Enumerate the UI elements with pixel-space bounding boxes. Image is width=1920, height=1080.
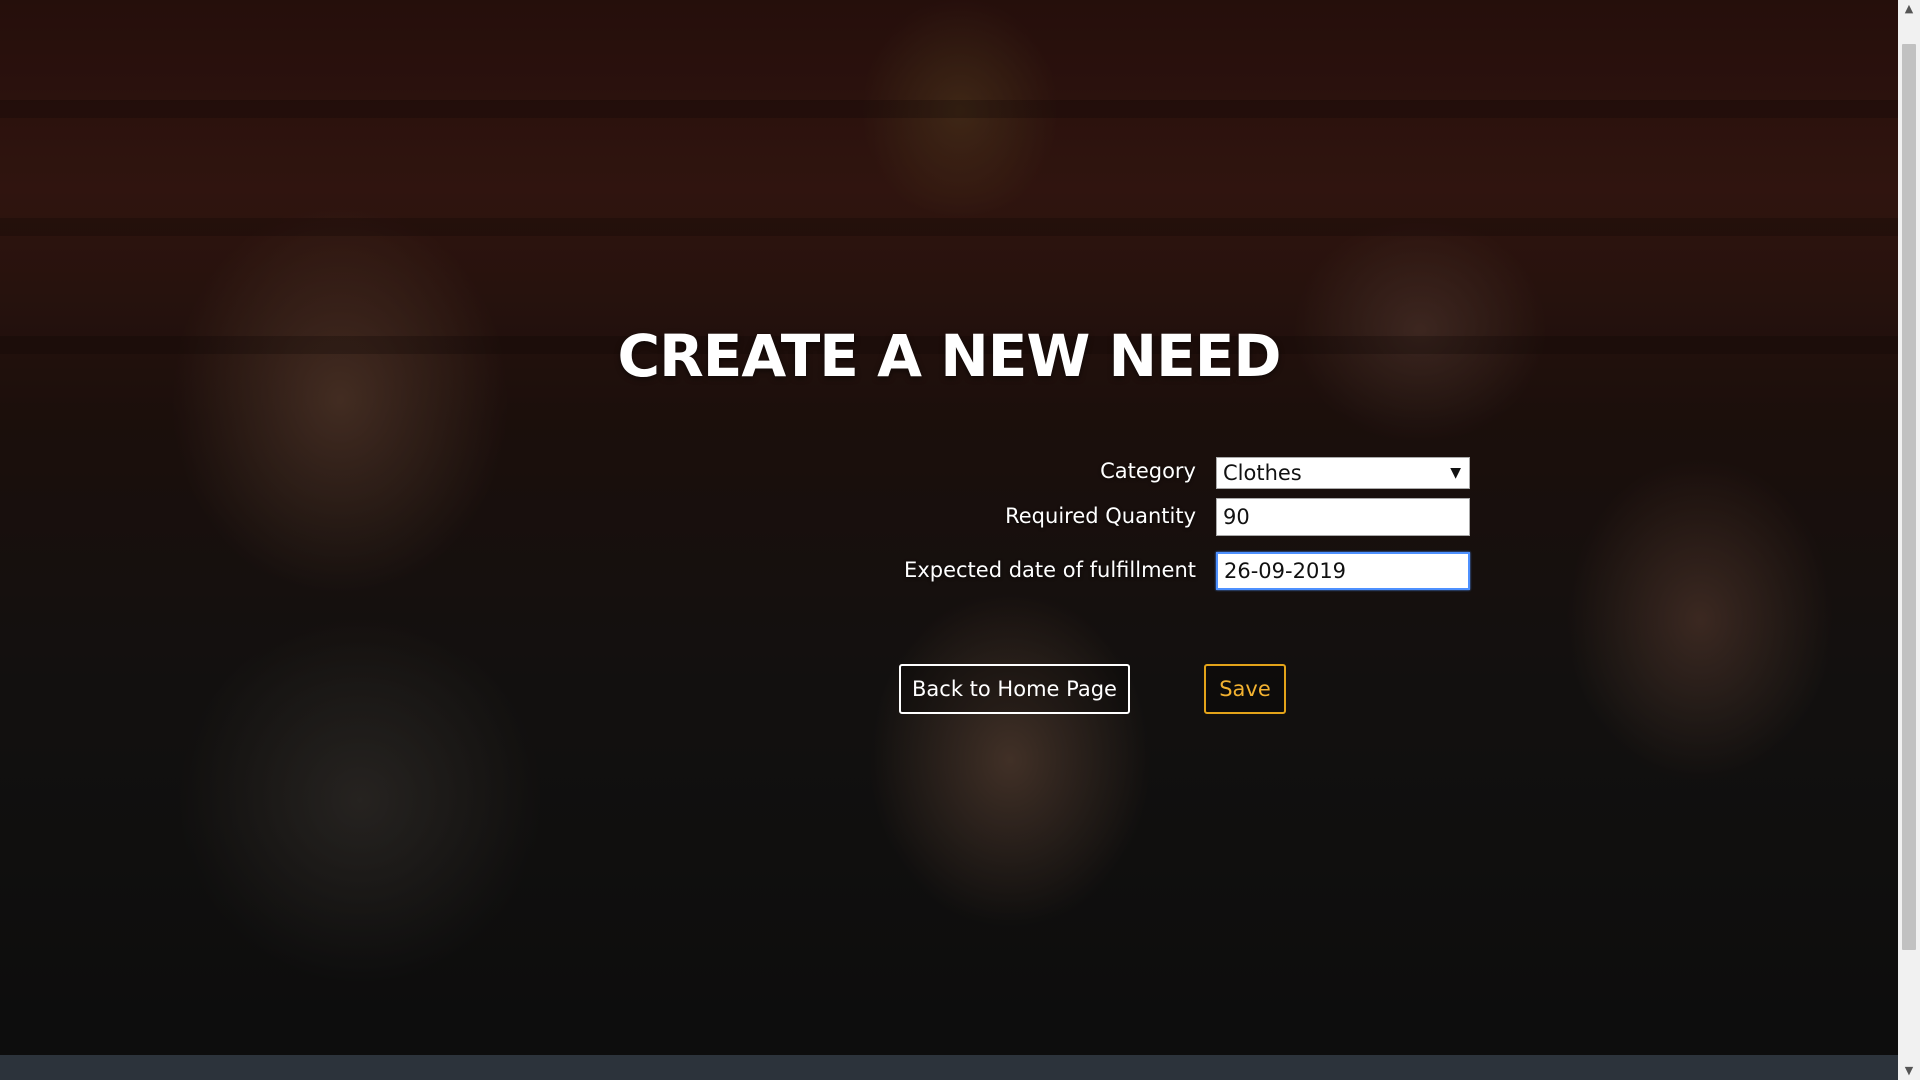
date-input[interactable]: 26-09-2019: [1216, 552, 1470, 590]
category-row: Category Clothes ▼: [0, 453, 1898, 493]
quantity-label: Required Quantity: [1005, 504, 1196, 528]
chevron-down-icon: ▼: [1450, 465, 1461, 481]
category-value: Clothes: [1223, 461, 1302, 485]
back-to-home-button[interactable]: Back to Home Page: [899, 664, 1130, 714]
date-label: Expected date of fulfillment: [904, 558, 1196, 582]
scroll-thumb[interactable]: [1902, 44, 1916, 950]
quantity-row: Required Quantity 90: [0, 498, 1898, 538]
vertical-scrollbar[interactable]: ▲ ▼: [1898, 0, 1920, 1080]
save-button[interactable]: Save: [1204, 664, 1286, 714]
footer-strip: [0, 1055, 1898, 1080]
category-select[interactable]: Clothes ▼: [1216, 457, 1470, 489]
hero-background: CREATE A NEW NEED Category Clothes ▼ Req…: [0, 0, 1898, 1055]
quantity-input[interactable]: 90: [1216, 498, 1470, 536]
scroll-down-arrow-icon[interactable]: ▼: [1898, 1062, 1920, 1080]
date-row: Expected date of fulfillment 26-09-2019: [0, 552, 1898, 592]
category-label: Category: [1100, 459, 1196, 483]
date-value: 26-09-2019: [1224, 559, 1347, 583]
scroll-up-arrow-icon[interactable]: ▲: [1898, 0, 1920, 18]
page-title: CREATE A NEW NEED: [617, 322, 1282, 390]
quantity-value: 90: [1223, 505, 1250, 529]
